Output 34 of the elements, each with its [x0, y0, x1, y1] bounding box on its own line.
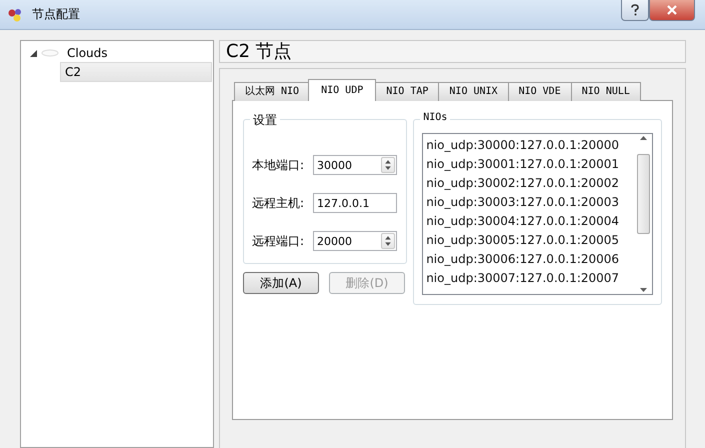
list-item[interactable]: nio_udp:30005:127.0.0.1:20005	[426, 231, 635, 250]
list-item[interactable]: nio_udp:30000:127.0.0.1:20000	[426, 136, 635, 155]
spin-arrows-icon[interactable]	[381, 157, 395, 173]
tab[interactable]: NIO TAP	[375, 82, 440, 101]
input-field[interactable]: 127.0.0.1	[313, 193, 397, 213]
tab[interactable]: NIO UDP	[308, 79, 376, 101]
list-item[interactable]: nio_udp:30007:127.0.0.1:20007	[426, 269, 635, 288]
app-logo-icon	[8, 8, 24, 22]
list-item[interactable]: nio_udp:30003:127.0.0.1:20003	[426, 193, 635, 212]
scroll-up-icon[interactable]	[640, 136, 647, 140]
scroll-down-icon[interactable]	[640, 288, 647, 292]
field-label: 本地端口:	[252, 156, 306, 174]
field-label: 远程端口:	[252, 232, 306, 250]
list-item[interactable]: nio_udp:30002:127.0.0.1:20002	[426, 174, 635, 193]
tab[interactable]: NIO NULL	[570, 82, 641, 101]
field-label: 远程主机:	[252, 194, 306, 212]
tab[interactable]: NIO UNIX	[438, 82, 509, 101]
window-title: 节点配置	[32, 6, 81, 23]
help-button[interactable]	[621, 0, 649, 21]
close-button[interactable]	[649, 0, 695, 21]
action-button[interactable]: 添加(A)	[243, 272, 319, 294]
tab[interactable]: 以太网 NIO	[234, 82, 310, 101]
spin-arrows-icon[interactable]	[381, 233, 395, 249]
tree-item[interactable]: C2	[60, 62, 212, 82]
group-title: NIOs	[420, 112, 450, 123]
list-item[interactable]: nio_udp:30004:127.0.0.1:20004	[426, 212, 635, 231]
tree-item[interactable]: Clouds	[63, 44, 112, 62]
node-header: C2 节点	[219, 40, 686, 63]
scrollbar[interactable]	[635, 134, 652, 294]
list-item[interactable]: nio_udp:30001:127.0.0.1:20001	[426, 155, 635, 174]
help-icon	[631, 4, 639, 16]
tab[interactable]: NIO VDE	[508, 82, 572, 101]
close-icon	[667, 5, 677, 15]
list-item[interactable]: nio_udp:30006:127.0.0.1:20006	[426, 250, 635, 269]
